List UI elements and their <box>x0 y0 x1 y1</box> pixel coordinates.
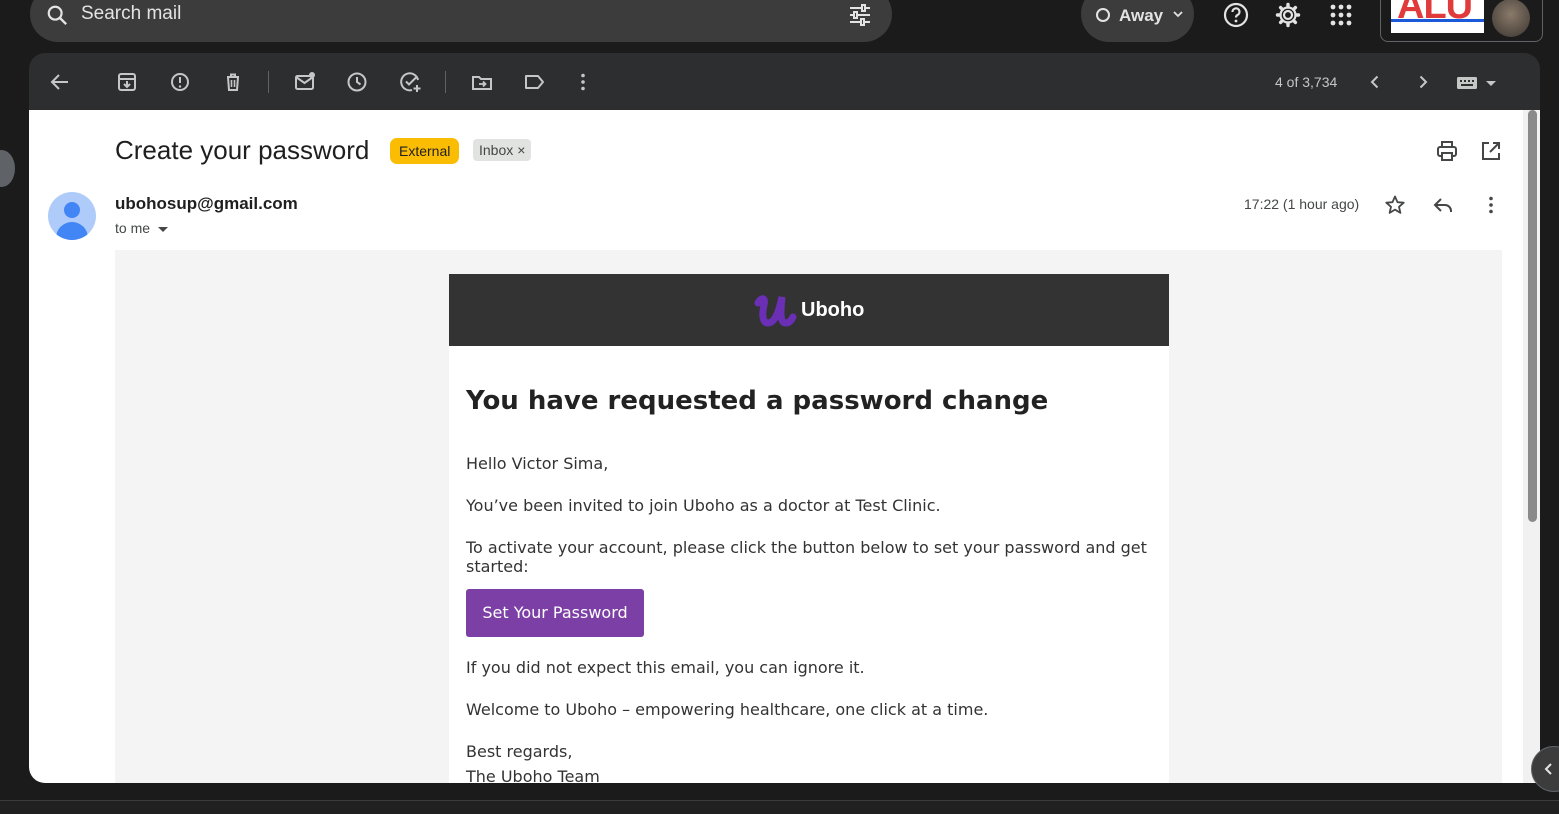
chevron-left-icon <box>1544 763 1552 775</box>
email-signoff: Best regards, <box>466 742 573 761</box>
email-paragraph: Welcome to Uboho – empowering healthcare… <box>466 700 989 719</box>
search-bar[interactable]: Search mail <box>30 0 892 42</box>
move-to-icon[interactable] <box>471 71 493 93</box>
recipient-details[interactable]: to me <box>115 220 169 236</box>
inbox-label-chip[interactable]: Inbox × <box>473 139 532 161</box>
chevron-left-icon[interactable] <box>1366 73 1384 91</box>
search-icon[interactable] <box>46 4 68 26</box>
side-panel-handle[interactable] <box>0 150 15 187</box>
message-panel: Create your password External Inbox × ubo… <box>29 110 1523 783</box>
message-subject: Create your password <box>115 135 370 165</box>
email-greeting: Hello Victor Sima, <box>466 454 609 473</box>
search-options-icon[interactable] <box>848 3 872 27</box>
delete-icon[interactable] <box>222 71 244 93</box>
message-toolbar: 4 of 3,734 <box>29 53 1540 110</box>
sender-email[interactable]: ubohosup@gmail.com <box>115 194 298 214</box>
message-counter: 4 of 3,734 <box>1275 74 1338 90</box>
report-spam-icon[interactable] <box>169 71 191 93</box>
keyboard-input-icon[interactable] <box>1456 75 1500 91</box>
more-vert-icon[interactable] <box>1480 194 1502 216</box>
chevron-down-icon <box>1173 11 1183 18</box>
remove-label-icon[interactable]: × <box>517 142 525 158</box>
email-paragraph: If you did not expect this email, you ca… <box>466 658 865 677</box>
snooze-icon[interactable] <box>346 71 368 93</box>
organization-logo: ALU <box>1391 0 1484 33</box>
recipient-label: to me <box>115 220 151 236</box>
set-password-button[interactable]: Set Your Password <box>466 589 644 637</box>
add-task-icon[interactable] <box>399 71 421 93</box>
settings-gear-icon[interactable] <box>1275 2 1301 28</box>
email-heading: You have requested a password change <box>466 386 1049 416</box>
email-body-background: Uboho You have requested a password chan… <box>115 250 1502 783</box>
scrollbar[interactable] <box>1523 110 1540 783</box>
print-icon[interactable] <box>1436 140 1458 162</box>
email-brand-header: Uboho <box>449 274 1169 346</box>
open-in-new-window-icon[interactable] <box>1480 140 1502 162</box>
more-vert-icon[interactable] <box>572 71 594 93</box>
caret-down-icon[interactable] <box>158 226 169 232</box>
taskbar-strip <box>0 800 1559 814</box>
email-card: Uboho You have requested a password chan… <box>449 274 1169 783</box>
email-paragraph: You’ve been invited to join Uboho as a d… <box>466 496 941 515</box>
account-switcher[interactable]: ALU <box>1380 0 1543 42</box>
sender-avatar[interactable] <box>48 192 96 240</box>
archive-icon[interactable] <box>116 71 138 93</box>
email-paragraph: To activate your account, please click t… <box>466 538 1147 576</box>
toolbar-divider <box>268 71 269 93</box>
back-arrow-icon[interactable] <box>49 71 71 93</box>
message-timestamp: 17:22 (1 hour ago) <box>1244 196 1360 212</box>
email-signature: The Uboho Team <box>466 767 600 783</box>
uboho-logo-icon <box>754 295 797 327</box>
mark-unread-icon[interactable] <box>294 71 316 93</box>
toolbar-divider <box>445 71 446 93</box>
external-badge: External <box>390 138 460 164</box>
status-ring-icon <box>1096 8 1110 22</box>
inbox-label-text: Inbox <box>479 142 514 158</box>
scrollbar-thumb[interactable] <box>1528 110 1537 522</box>
label-icon[interactable] <box>523 71 545 93</box>
top-bar: Search mail Away ALU <box>0 0 1559 48</box>
reply-icon[interactable] <box>1432 194 1454 216</box>
apps-grid-icon[interactable] <box>1328 2 1354 28</box>
star-icon[interactable] <box>1384 194 1406 216</box>
chevron-right-icon[interactable] <box>1414 73 1432 91</box>
status-toggle[interactable]: Away <box>1081 0 1194 42</box>
profile-avatar[interactable] <box>1492 0 1530 37</box>
help-icon[interactable] <box>1223 2 1249 28</box>
search-input[interactable]: Search mail <box>81 3 181 25</box>
status-label: Away <box>1119 6 1164 25</box>
brand-name: Uboho <box>801 299 865 321</box>
